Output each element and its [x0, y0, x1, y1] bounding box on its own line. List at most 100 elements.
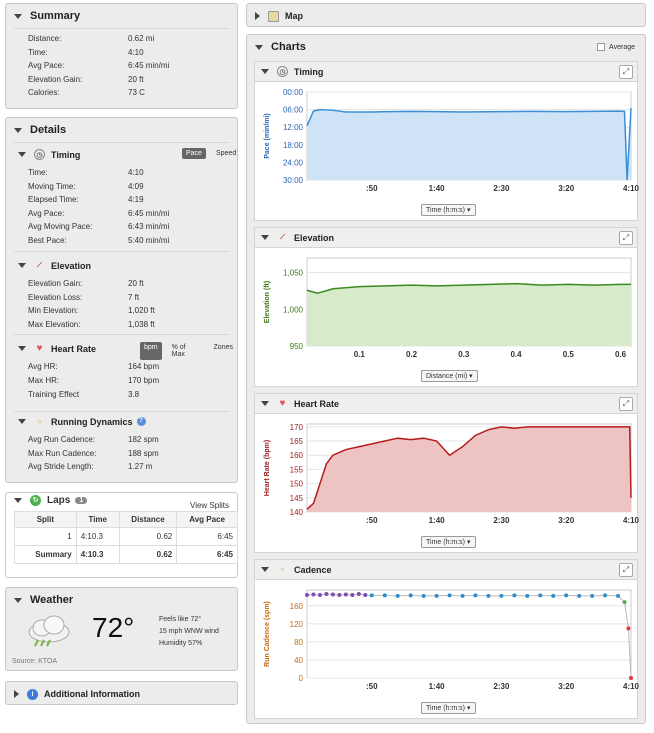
weather-title: Weather	[30, 594, 74, 606]
cadence-point	[590, 593, 595, 598]
table-row: Summary 4:10.3 0.62 6:45	[14, 545, 238, 564]
collapse-icon[interactable]	[261, 235, 269, 240]
cadence-point	[538, 593, 543, 598]
expand-chart-icon[interactable]: ⤢	[619, 231, 633, 245]
cadence-point	[330, 592, 335, 597]
cadence-point	[499, 593, 504, 598]
weather-source: Source: KTOA	[12, 658, 58, 665]
x-axis-select[interactable]: Distance (mi) ▾	[421, 370, 478, 382]
y-axis-label: Heart Rate (bpm)	[264, 440, 271, 496]
charts-header[interactable]: Charts	[247, 35, 645, 59]
map-title: Map	[285, 11, 303, 21]
view-splits-link[interactable]: View Splits	[190, 501, 229, 510]
collapse-icon[interactable]	[261, 567, 269, 572]
y-tick-label: 120	[290, 620, 304, 629]
charts-panel: Charts Average ◷ Timing ⤢ 00:00 06:00 12:00…	[246, 34, 646, 724]
heart-rate-chart-header[interactable]: ♥ Heart Rate	[255, 394, 637, 414]
laps-column-header: Avg Pace	[176, 511, 238, 528]
heart-rate-row: Avg HR: 164 bpm	[28, 362, 159, 371]
collapse-icon[interactable]	[14, 597, 22, 603]
x-tick-label: 1:40	[429, 682, 446, 691]
collapse-icon[interactable]	[14, 13, 22, 19]
summary-label: Avg Pace:	[28, 61, 65, 70]
heart-rate-row: Max HR: 170 bpm	[28, 376, 159, 385]
cadence-chart: 0 40 80 120 160 Run Cadence (spm):50 1:40 2:30 3…	[264, 589, 639, 691]
percent-max-button[interactable]: % of Max	[168, 342, 204, 360]
y-axis-label: Run Cadence (spm)	[264, 601, 271, 667]
collapse-icon[interactable]	[14, 498, 22, 503]
clock-icon: ◷	[277, 66, 288, 77]
pace-button[interactable]: Pace	[182, 148, 206, 159]
x-tick-label: 0.6	[615, 350, 627, 359]
collapse-icon[interactable]	[18, 152, 26, 157]
x-tick-label: :50	[366, 184, 378, 193]
charts-title: Charts	[271, 41, 306, 53]
average-checkbox[interactable]	[597, 43, 606, 51]
timing-label: Avg Moving Pace:	[28, 222, 93, 231]
info-icon: i	[27, 688, 38, 700]
elevation-label: Elevation Loss:	[28, 292, 83, 302]
additional-info-header[interactable]: i Additional Information	[6, 682, 237, 706]
cadence-point	[317, 592, 322, 597]
x-axis-select[interactable]: Time (h:m:s) ▾	[421, 702, 476, 714]
timing-subheader[interactable]: ◷ Timing	[18, 149, 80, 160]
timing-value: 6:43 min/mi	[128, 222, 170, 231]
laps-cell: 4:10.3	[75, 545, 120, 564]
collapse-icon[interactable]	[18, 346, 26, 351]
y-tick-label: 18:00	[283, 141, 304, 150]
collapse-icon[interactable]	[18, 263, 26, 268]
collapse-icon[interactable]	[261, 401, 269, 406]
expand-chart-icon[interactable]: ⤢	[619, 65, 633, 79]
timing-chart-header[interactable]: ◷ Timing	[255, 62, 637, 82]
speed-button[interactable]: Speed	[212, 148, 240, 159]
elevation-label: Max Elevation:	[28, 319, 81, 329]
x-axis-select[interactable]: Time (h:m:s) ▾	[421, 536, 476, 548]
expand-icon[interactable]	[14, 690, 19, 698]
bpm-button[interactable]: bpm	[140, 342, 162, 360]
pace-speed-toggle: Pace Speed	[176, 148, 240, 159]
map-header[interactable]: Map	[247, 4, 645, 28]
x-axis-select-label: Distance (mi)	[426, 372, 468, 380]
running-dynamics-subheader[interactable]: ☼ Running Dynamics?	[18, 416, 152, 427]
x-axis-select[interactable]: Time (h:m:s) ▾	[421, 204, 476, 216]
wind: 15 mph WNW wind	[159, 628, 219, 635]
heart-rate-subheader[interactable]: ♥ Heart Rate	[18, 343, 96, 354]
y-tick-label: 1,000	[283, 305, 304, 314]
collapse-icon[interactable]	[18, 419, 26, 424]
laps-column-header: Time	[75, 511, 120, 528]
zones-button[interactable]: Zones	[210, 342, 237, 360]
expand-icon[interactable]	[255, 12, 260, 20]
details-header[interactable]: Details	[6, 118, 237, 142]
cadence-chart-header[interactable]: ☼ Cadence	[255, 560, 637, 580]
laps-column-header: Distance	[118, 511, 178, 528]
heart-rate-row: Training Effect 3.8	[28, 390, 139, 399]
details-title: Details	[30, 124, 67, 136]
elevation-chart-header[interactable]: ⟋ Elevation	[255, 228, 637, 248]
expand-chart-icon[interactable]: ⤢	[619, 563, 633, 577]
collapse-icon[interactable]	[14, 127, 22, 133]
map-panel[interactable]: Map	[246, 3, 646, 27]
elevation-value: 20 ft	[128, 279, 144, 288]
info-icon[interactable]: ?	[136, 417, 146, 426]
summary-title: Summary	[30, 10, 81, 22]
y-tick-label: 145	[290, 494, 304, 503]
timing-value: 4:09	[128, 181, 144, 191]
hr-unit-toggle: bpm % of Max Zones	[134, 342, 237, 360]
running-dynamics-title: Running Dynamics	[51, 416, 133, 427]
y-axis-label: Pace (min/mi)	[264, 113, 271, 159]
laps-cell: 6:45	[176, 545, 238, 564]
weather-header[interactable]: Weather	[6, 588, 237, 612]
summary-header[interactable]: Summary	[6, 4, 237, 28]
elevation-subheader[interactable]: ⟋ Elevation	[18, 260, 91, 271]
timing-row: Best Pace: 5:40 min/mi	[28, 236, 169, 245]
expand-chart-icon[interactable]: ⤢	[619, 397, 633, 411]
cadence-point	[486, 593, 491, 598]
collapse-icon[interactable]	[261, 69, 269, 74]
collapse-icon[interactable]	[255, 44, 263, 50]
running-dynamics-value: 182 spm	[128, 435, 159, 444]
cadence-point	[616, 593, 621, 598]
average-toggle: Average	[597, 43, 635, 51]
additional-info-panel[interactable]: i Additional Information	[5, 681, 238, 705]
cadence-point	[622, 600, 627, 605]
details-panel: Details ◷ Timing Pace Speed Time: 4:10 Movi…	[5, 117, 238, 483]
